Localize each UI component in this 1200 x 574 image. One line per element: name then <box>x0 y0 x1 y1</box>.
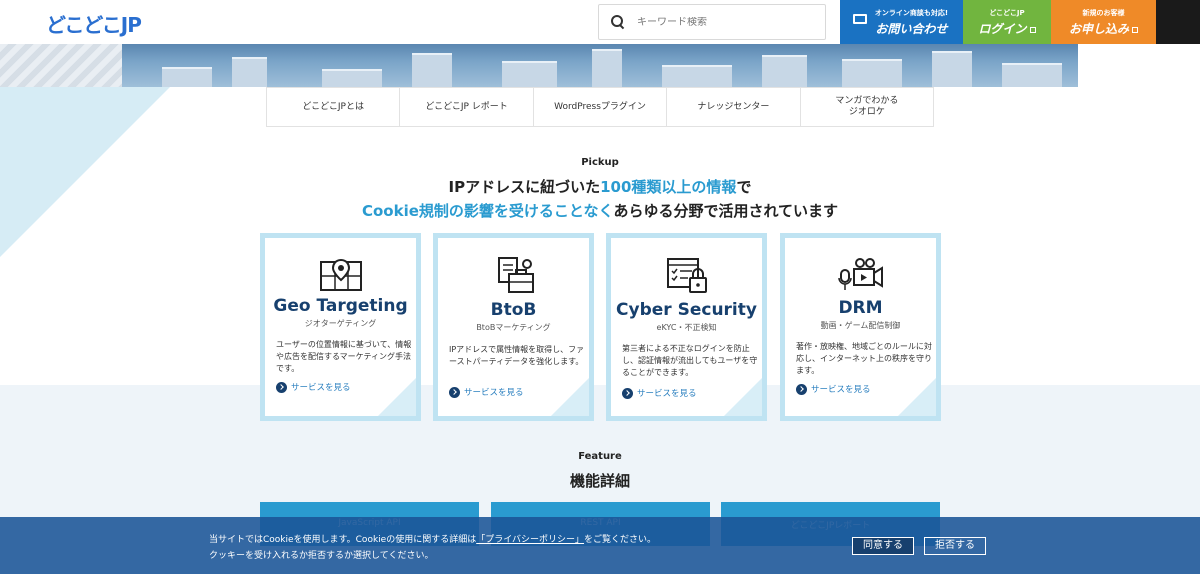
card-corner-fold <box>724 378 762 416</box>
nav-item-report[interactable]: どこどこJP レポート <box>400 88 534 126</box>
lock-checklist-icon <box>666 258 707 293</box>
privacy-policy-link[interactable]: 「プライバシーポリシー」 <box>476 535 584 545</box>
cookie-accept-button[interactable]: 同意する <box>852 537 914 555</box>
card-cyber-security[interactable]: Cyber Security eKYC・不正検知 第三者による不正なログインを防… <box>606 233 767 421</box>
menu-button[interactable] <box>1156 0 1200 44</box>
external-link-icon <box>1029 26 1036 33</box>
card-subtitle: eKYC・不正検知 <box>656 323 717 332</box>
nav-item-knowledge[interactable]: ナレッジセンター <box>667 88 801 126</box>
card-title: Cyber Security <box>616 300 757 320</box>
card-subtitle: ジオターゲティング <box>304 319 377 328</box>
card-description: ユーザーの位置情報に基づいて、情報や広告を配信するマーケティング手法です。 <box>276 340 412 373</box>
card-subtitle: 動画・ゲーム配信制御 <box>820 321 901 330</box>
arrow-right-icon <box>449 386 460 398</box>
card-link[interactable]: サービスを見る <box>276 381 351 393</box>
card-title: DRM <box>838 298 883 318</box>
arrow-right-icon <box>796 383 807 395</box>
search-icon[interactable] <box>611 15 625 29</box>
pickup-title-line2: Cookie規制の影響を受けることなくあらゆる分野で活用されています <box>361 202 839 220</box>
hero-left-pattern <box>0 44 122 87</box>
cookie-reject-button[interactable]: 拒否する <box>924 537 986 555</box>
login-button[interactable]: どこどこJP ログイン <box>963 0 1051 44</box>
nav-item-manga[interactable]: マンガでわかる ジオロケ <box>801 88 933 126</box>
pickup-title-line1: IPアドレスに紐づいた100種類以上の情報で <box>448 178 752 196</box>
cookie-banner: 当サイトではCookieを使用します。Cookieの使用に関する詳細は「プライバ… <box>0 517 1200 574</box>
cookie-message: 当サイトではCookieを使用します。Cookieの使用に関する詳細は「プライバ… <box>209 535 657 561</box>
card-description: IPアドレスで属性情報を取得し、ファーストパーティデータを強化します。 <box>449 345 585 366</box>
search-input[interactable] <box>637 16 807 28</box>
card-description: 第三者による不正なログインを防止し、認証情報が流出してもユーザを守ることができま… <box>622 344 758 377</box>
briefcase-icon <box>497 257 534 293</box>
decorative-triangle <box>0 87 170 257</box>
feature-label: Feature <box>578 451 622 462</box>
card-corner-fold <box>378 378 416 416</box>
apply-label: お申し込み <box>1051 20 1156 37</box>
card-btob[interactable]: BtoB BtoBマーケティング IPアドレスで属性情報を取得し、ファーストパー… <box>433 233 594 421</box>
mail-icon <box>853 14 867 24</box>
arrow-right-icon <box>276 381 287 393</box>
card-title: BtoB <box>490 300 537 320</box>
video-camera-icon <box>837 258 883 290</box>
nav-item-about[interactable]: どこどこJPとは <box>267 88 401 126</box>
site-header: どこどこJP オンライン商談も対応! お問い合わせ どこどこJP ログイン 新規… <box>0 0 1200 44</box>
apply-small-label: 新規のお客様 <box>1082 9 1125 17</box>
card-link[interactable]: サービスを見る <box>622 387 697 399</box>
hero-image <box>122 44 1078 87</box>
sub-navigation: どこどこJPとは どこどこJP レポート WordPressプラグイン ナレッジ… <box>266 87 934 127</box>
card-description: 著作・放映権、地域ごとのルールに対応し、インターネット上の秩序を守ります。 <box>796 342 932 375</box>
card-drm[interactable]: DRM 動画・ゲーム配信制御 著作・放映権、地域ごとのルールに対応し、インターネ… <box>780 233 941 421</box>
search-box[interactable] <box>598 4 826 40</box>
card-subtitle: BtoBマーケティング <box>476 323 551 332</box>
feature-title: 機能詳細 <box>569 472 630 490</box>
arrow-right-icon <box>622 387 633 399</box>
logo-text: どこどこJP <box>46 12 142 37</box>
pickup-background <box>0 87 1200 387</box>
contact-button[interactable]: オンライン商談も対応! お問い合わせ <box>840 0 963 44</box>
card-geo-targeting[interactable]: Geo Targeting ジオターゲティング ユーザーの位置情報に基づいて、情… <box>260 233 421 421</box>
card-link[interactable]: サービスを見る <box>796 383 871 395</box>
card-title: Geo Targeting <box>273 296 408 316</box>
nav-item-wordpress[interactable]: WordPressプラグイン <box>534 88 668 126</box>
map-pin-icon <box>319 258 362 291</box>
pickup-label: Pickup <box>581 157 619 168</box>
site-logo[interactable]: どこどこJP <box>46 9 142 37</box>
card-corner-fold <box>551 378 589 416</box>
card-link[interactable]: サービスを見る <box>449 386 524 398</box>
login-small-label: どこどこJP <box>989 9 1025 17</box>
apply-button[interactable]: 新規のお客様 お申し込み <box>1051 0 1156 44</box>
card-corner-fold <box>898 378 936 416</box>
external-link-icon <box>1132 26 1138 33</box>
login-label: ログイン <box>963 20 1051 37</box>
